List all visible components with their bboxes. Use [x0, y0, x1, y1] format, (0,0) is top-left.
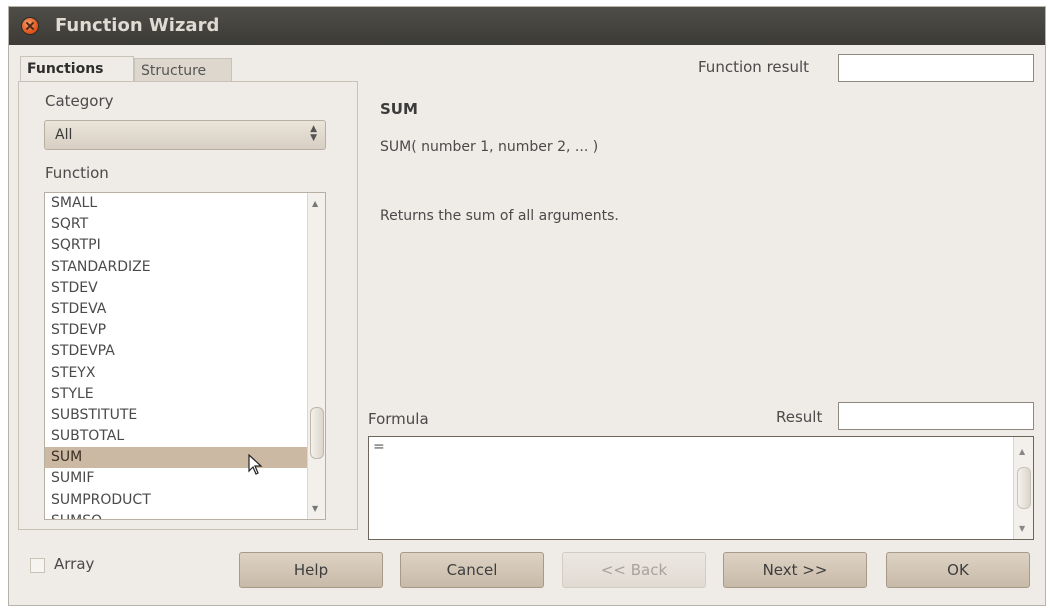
function-result-label: Function result — [698, 58, 810, 76]
formula-label: Formula — [368, 410, 429, 428]
window-title: Function Wizard — [55, 15, 220, 36]
result-label: Result — [776, 408, 823, 426]
array-label[interactable]: Array — [54, 555, 94, 573]
title-bar: Function Wizard — [9, 7, 1045, 45]
category-value: All — [55, 127, 73, 143]
scroll-thumb[interactable] — [310, 407, 324, 459]
function-syntax: SUM( number 1, number 2, ... ) — [380, 139, 599, 155]
category-select[interactable]: All ▲ ▼ — [44, 120, 326, 150]
scroll-down-icon[interactable]: ▼ — [1019, 524, 1025, 533]
function-list-item[interactable]: SMALL — [45, 193, 307, 214]
function-name: SUM — [380, 100, 418, 118]
spin-arrows-icon: ▲ ▼ — [310, 124, 317, 143]
function-list-item[interactable]: STDEV — [45, 278, 307, 299]
scroll-down-icon[interactable]: ▼ — [312, 504, 318, 513]
function-list-item[interactable]: SUMPRODUCT — [45, 490, 307, 511]
function-list-item[interactable]: SUBSTITUTE — [45, 405, 307, 426]
scroll-thumb[interactable] — [1017, 467, 1031, 509]
back-button[interactable]: << Back — [562, 552, 706, 588]
help-button[interactable]: Help — [239, 552, 383, 588]
function-description: Returns the sum of all arguments. — [380, 208, 619, 224]
formula-text: = — [373, 439, 385, 455]
function-list-item[interactable]: SUM — [45, 447, 307, 469]
function-list-item[interactable]: STDEVPA — [45, 341, 307, 362]
scroll-up-icon[interactable]: ▲ — [1019, 447, 1025, 456]
tab-structure[interactable]: Structure — [134, 58, 232, 82]
result-field — [838, 402, 1034, 430]
scroll-up-icon[interactable]: ▲ — [312, 199, 318, 208]
function-list-item[interactable]: STANDARDIZE — [45, 257, 307, 278]
next-button[interactable]: Next >> — [723, 552, 867, 588]
function-list-item[interactable]: SUMSQ — [45, 511, 307, 519]
function-list-scrollbar[interactable]: ▲ ▼ — [307, 193, 325, 519]
function-list-item[interactable]: SQRTPI — [45, 235, 307, 256]
formula-scrollbar[interactable]: ▲ ▼ — [1013, 437, 1033, 539]
formula-textarea[interactable]: = ▲ ▼ — [368, 436, 1034, 540]
array-checkbox[interactable] — [30, 558, 45, 573]
function-list-item[interactable]: STDEVP — [45, 320, 307, 341]
mouse-pointer-icon — [248, 454, 263, 475]
function-list-item[interactable]: SUMIF — [45, 468, 307, 489]
function-label: Function — [45, 164, 109, 182]
cancel-button[interactable]: Cancel — [400, 552, 544, 588]
function-list-items: SMALL SQRT SQRTPI STANDARDIZE STDEV STDEVA STD… — [45, 193, 307, 519]
function-list[interactable]: SMALL SQRT SQRTPI STANDARDIZE STDEV STDEVA STD… — [44, 192, 326, 520]
close-icon[interactable] — [22, 18, 38, 34]
function-list-item[interactable]: STEYX — [45, 363, 307, 384]
function-list-item[interactable]: STDEVA — [45, 299, 307, 320]
function-result-field — [838, 54, 1034, 82]
category-label: Category — [45, 92, 114, 110]
function-list-item[interactable]: SQRT — [45, 214, 307, 235]
ok-button[interactable]: OK — [886, 552, 1030, 588]
function-list-item[interactable]: STYLE — [45, 384, 307, 405]
tab-functions[interactable]: Functions — [20, 56, 134, 82]
function-list-item[interactable]: SUBTOTAL — [45, 426, 307, 447]
